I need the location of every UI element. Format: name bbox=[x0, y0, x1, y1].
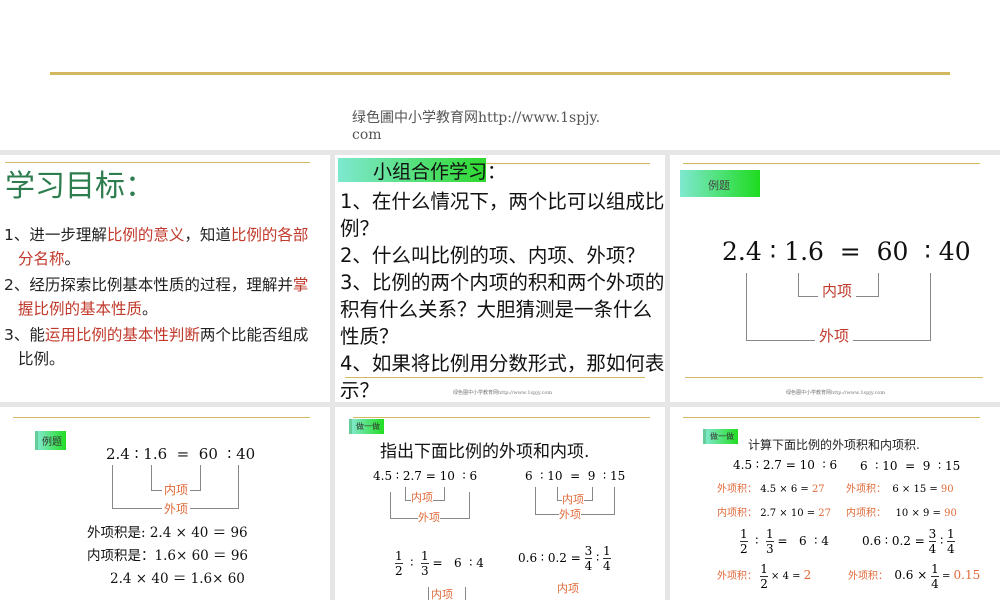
question-list: 1、在什么情况下，两个比可以组成比例？ 2、什么叫比例的项、内项、外项？ 3、比… bbox=[340, 188, 665, 402]
inner-terms-label: 内项 bbox=[411, 489, 433, 505]
slide-exercise-products[interactable]: 做一做 计算下面比例的外项积和内项积. 4.5 ∶ 2.7 = 10 ∶ 6 6… bbox=[670, 407, 1000, 600]
goal-list: 1、进一步理解比例的意义，知道比例的各部分名称。 2、经历探索比例基本性质的过程… bbox=[4, 223, 314, 371]
section-title: 小组合作学习： bbox=[373, 161, 507, 183]
outer-product: 外项积是: 2.4 × 40 ＝ 96 bbox=[87, 525, 248, 541]
goal-item: 3、能运用比例的基本性判断两个比能否组成比例。 bbox=[4, 326, 309, 368]
equation: 6 ∶ 10 = 9 ∶ 15 bbox=[860, 459, 961, 473]
equation: 6 ∶ 10 = 9 ∶ 15 bbox=[525, 469, 626, 483]
outer-product-row: 外项积： 12 × 4 = 2 bbox=[717, 562, 812, 591]
inner-product-row: 内项积： 2.7 × 10 = 27 bbox=[717, 508, 832, 519]
inner-terms-label: 内项 bbox=[557, 580, 579, 596]
exercise-title: 指出下面比例的外项和内项. bbox=[380, 442, 590, 462]
watermark-line: 绿色圃中小学教育网http://www.1spjy. bbox=[352, 110, 601, 126]
equation: 4.5 ∶ 2.7 = 10 ∶ 6 bbox=[373, 469, 478, 483]
fraction-equation: 0.6 ∶ 0.2 = 34 ∶ 14 bbox=[518, 544, 611, 573]
outer-terms-label: 外项 bbox=[162, 500, 191, 517]
equation: 2.4 ∶ 1.6 = 60 ∶ 40 bbox=[106, 445, 256, 463]
goal-item: 1、进一步理解比例的意义，知道比例的各部分名称。 bbox=[4, 226, 309, 268]
outer-terms-label: 外项 bbox=[815, 325, 854, 346]
outer-terms-label: 外项 bbox=[559, 506, 581, 522]
inner-terms-label: 内项 bbox=[162, 481, 191, 498]
question: 3、比例的两个内项的积和两个外项的积有什么关系？大胆猜测是一条什么性质？ bbox=[340, 271, 665, 348]
slide-example[interactable]: 例题 2.4 ∶ 1.6 = 60 ∶ 40 内项 外项 绿色圃中小学教育网ht… bbox=[670, 155, 1000, 402]
slide-exercise-terms[interactable]: 做一做 指出下面比例的外项和内项. 4.5 ∶ 2.7 = 10 ∶ 6 6 ∶… bbox=[335, 407, 665, 600]
slide-learning-goals[interactable]: 学习目标： 1、进一步理解比例的意义，知道比例的各部分名称。 2、经历探索比例基… bbox=[0, 155, 330, 402]
watermark: 绿色圃中小学教育网http://www.1spjy.com bbox=[352, 110, 652, 144]
watermark: 绿色圃中小学教育网http://www.1spjy.com bbox=[453, 390, 553, 396]
divider bbox=[50, 72, 950, 75]
slide-example-2[interactable]: 例题 2.4 ∶ 1.6 = 60 ∶ 40 内项 外项 外项积是: 2.4 ×… bbox=[0, 407, 330, 600]
exercise-tag: 做一做 bbox=[349, 419, 384, 434]
inner-product-row: 内项积： 10 × 9 = 90 bbox=[846, 508, 957, 519]
outer-product-row: 外项积： 4.5 × 6 = 27 bbox=[717, 484, 825, 495]
inner-terms-label: 内项 bbox=[818, 280, 857, 301]
fraction-equation: 0.6 ∶ 0.2 = 34 ∶ 14 bbox=[862, 527, 955, 556]
outer-product-row: 外项积： 0.6 × 14 = 0.15 bbox=[848, 562, 981, 591]
fraction-equation: 12 ∶ 13 = 6 ∶ 4 bbox=[740, 527, 829, 556]
example-tag: 例题 bbox=[680, 170, 760, 197]
outer-terms-label: 外项 bbox=[418, 509, 440, 525]
question: 1、在什么情况下，两个比可以组成比例？ bbox=[340, 190, 665, 240]
exercise-title: 计算下面比例的外项积和内项积. bbox=[748, 438, 920, 452]
goal-item: 2、经历探索比例基本性质的过程，理解并掌握比例的基本性质。 bbox=[4, 276, 309, 318]
outer-product-row: 外项积： 6 × 15 = 90 bbox=[846, 484, 954, 495]
inner-product: 内项积是：1.6× 60 ＝ 96 bbox=[87, 548, 249, 564]
equation: 4.5 ∶ 2.7 = 10 ∶ 6 bbox=[733, 458, 838, 472]
watermark: 绿色圃中小学教育网http://www.1spjy.com bbox=[786, 390, 886, 396]
slide-title: 学习目标： bbox=[5, 169, 155, 204]
inner-terms-label: 内项 bbox=[431, 586, 453, 600]
product-equality: 2.4 × 40 ＝ 1.6× 60 bbox=[110, 571, 245, 587]
title-area: 绿色圃中小学教育网http://www.1spjy. com bbox=[0, 0, 1000, 150]
watermark-line: com bbox=[352, 127, 382, 143]
fraction-equation: 12 ∶ 13 = 6 ∶ 4 bbox=[395, 549, 484, 578]
exercise-tag: 做一做 bbox=[703, 429, 738, 444]
example-tag: 例题 bbox=[35, 431, 66, 450]
inner-terms-label: 内项 bbox=[562, 491, 584, 507]
slide-group-study[interactable]: 小组合作学习： 1、在什么情况下，两个比可以组成比例？ 2、什么叫比例的项、内项… bbox=[335, 155, 665, 402]
question: 2、什么叫比例的项、内项、外项？ bbox=[340, 244, 645, 267]
equation: 2.4 ∶ 1.6 = 60 ∶ 40 bbox=[722, 237, 971, 266]
